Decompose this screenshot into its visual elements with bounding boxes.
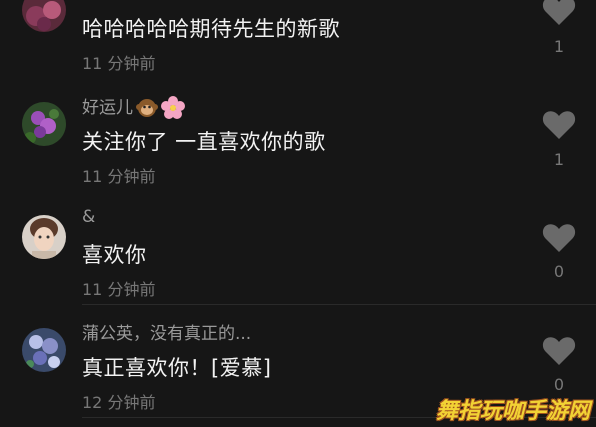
comment-list: 哈哈哈哈哈期待先生的新歌 11 分钟前 1 好运儿 关注你了 一直喜欢你的歌 1… [0, 0, 596, 427]
comment-username: 好运儿 [82, 93, 185, 120]
divider [82, 304, 596, 305]
comment-text: 哈哈哈哈哈期待先生的新歌 [82, 17, 340, 41]
like-count: 1 [553, 150, 565, 169]
heart-icon[interactable] [542, 223, 576, 253]
like-count: 0 [553, 262, 565, 281]
like-count: 1 [553, 37, 565, 56]
comment-text: 真正喜欢你！[爱慕] [82, 356, 272, 380]
comment-username: & [82, 207, 96, 227]
comment-time: 11 分钟前 [82, 167, 156, 186]
comment-time: 12 分钟前 [82, 393, 156, 412]
comment-text: 关注你了 一直喜欢你的歌 [82, 130, 326, 154]
comment-time: 11 分钟前 [82, 280, 156, 299]
comment-username: 蒲公英，没有真正的... [82, 324, 252, 344]
heart-icon[interactable] [542, 110, 576, 140]
username-text: 好运儿 [82, 98, 133, 118]
comment-text: 喜欢你 [82, 243, 147, 267]
avatar[interactable] [22, 0, 66, 32]
heart-icon[interactable] [542, 336, 576, 366]
cherry-blossom-icon [161, 96, 185, 119]
heart-icon[interactable] [542, 0, 576, 26]
avatar[interactable] [22, 102, 66, 146]
like-count: 0 [553, 375, 565, 394]
monkey-icon [136, 99, 158, 117]
avatar[interactable] [22, 215, 66, 259]
watermark: 舞指玩咖手游网 [435, 399, 590, 424]
avatar[interactable] [22, 328, 66, 372]
comment-time: 11 分钟前 [82, 54, 156, 73]
